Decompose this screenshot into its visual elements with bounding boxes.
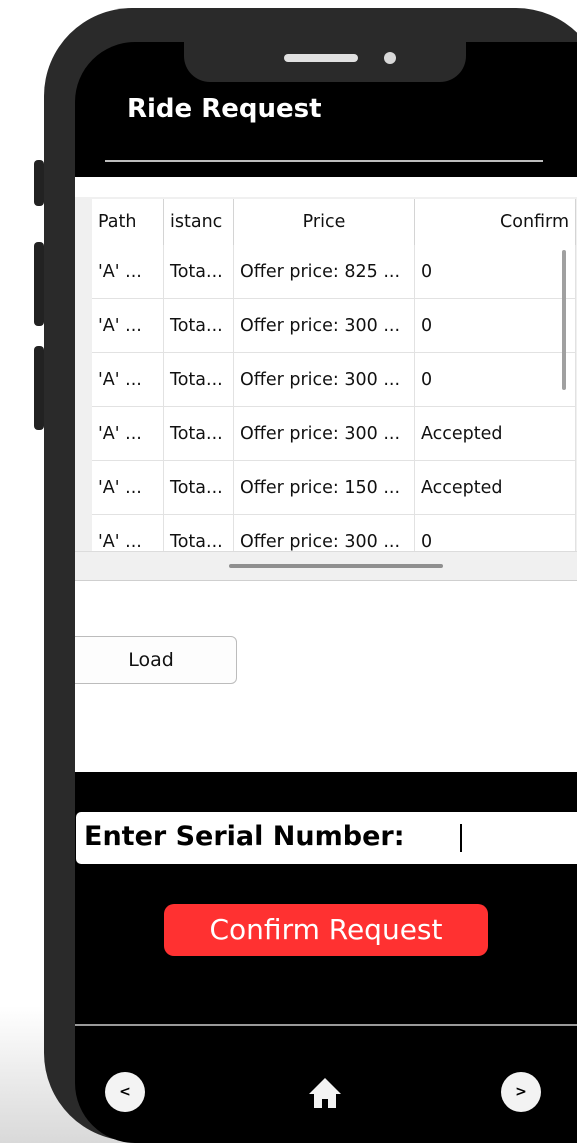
home-icon[interactable] <box>305 1072 345 1112</box>
vertical-scrollbar[interactable] <box>562 250 566 390</box>
forward-button[interactable]: > <box>501 1072 541 1112</box>
cell-price[interactable]: Offer price: 300 ... <box>233 514 415 551</box>
table-row[interactable]: 'A' ... Tota... Offer price: 150 ... Acc… <box>92 460 576 515</box>
speaker-grille <box>284 54 358 62</box>
horizontal-scrollbar-thumb[interactable] <box>229 564 443 568</box>
text-cursor <box>460 824 462 852</box>
cell-price[interactable]: Offer price: 300 ... <box>233 298 415 353</box>
column-header-confirm[interactable]: Confirm <box>414 199 576 245</box>
cell-price[interactable]: Offer price: 300 ... <box>233 352 415 407</box>
column-header-path[interactable]: Path <box>92 199 164 245</box>
back-button[interactable]: < <box>105 1072 145 1112</box>
cell-distance[interactable]: Tota... <box>163 298 234 353</box>
table-header-row: Path istanc Price Confirm <box>92 199 576 245</box>
requests-table-view[interactable]: Path istanc Price Confirm 'A' ... Tota..… <box>75 197 577 551</box>
front-camera <box>384 52 396 64</box>
table-row[interactable]: 'A' ... Tota... Offer price: 300 ... 0 <box>92 352 576 407</box>
serial-number-label: Enter Serial Number: <box>84 821 405 852</box>
column-header-distance[interactable]: istanc <box>163 199 234 245</box>
column-header-price[interactable]: Price <box>233 199 415 245</box>
cell-path[interactable]: 'A' ... <box>92 406 164 461</box>
title-divider <box>105 160 543 162</box>
cell-confirm[interactable]: 0 <box>414 245 576 299</box>
requests-panel: Path istanc Price Confirm 'A' ... Tota..… <box>75 177 577 772</box>
requests-table: Path istanc Price Confirm 'A' ... Tota..… <box>92 199 576 551</box>
load-button[interactable]: Load <box>75 636 237 684</box>
cell-confirm[interactable]: 0 <box>414 298 576 353</box>
cell-price[interactable]: Offer price: 150 ... <box>233 460 415 515</box>
cell-path[interactable]: 'A' ... <box>92 352 164 407</box>
table-row[interactable]: 'A' ... Tota... Offer price: 300 ... Acc… <box>92 406 576 461</box>
app-screen: Ride Request Path istanc Price Confirm '… <box>75 42 577 1143</box>
cell-distance[interactable]: Tota... <box>163 514 234 551</box>
cell-distance[interactable]: Tota... <box>163 460 234 515</box>
cell-confirm[interactable]: Accepted <box>414 460 576 515</box>
horizontal-scrollbar-track[interactable] <box>75 551 577 581</box>
page-title: Ride Request <box>127 94 322 124</box>
cell-distance[interactable]: Tota... <box>163 245 234 299</box>
cell-confirm[interactable]: 0 <box>414 352 576 407</box>
cell-path[interactable]: 'A' ... <box>92 298 164 353</box>
cell-distance[interactable]: Tota... <box>163 406 234 461</box>
cell-confirm[interactable]: 0 <box>414 514 576 551</box>
table-row[interactable]: 'A' ... Tota... Offer price: 300 ... 0 <box>92 514 576 551</box>
confirm-request-button[interactable]: Confirm Request <box>164 904 488 956</box>
serial-number-input[interactable]: Enter Serial Number: <box>76 812 577 864</box>
volume-up-button <box>34 242 44 326</box>
cell-confirm[interactable]: Accepted <box>414 406 576 461</box>
cell-path[interactable]: 'A' ... <box>92 514 164 551</box>
cell-price[interactable]: Offer price: 300 ... <box>233 406 415 461</box>
cell-price[interactable]: Offer price: 825 ... <box>233 245 415 299</box>
cell-path[interactable]: 'A' ... <box>92 460 164 515</box>
bottom-divider <box>75 1024 577 1026</box>
volume-down-button <box>34 346 44 430</box>
silent-switch <box>34 160 44 206</box>
cell-path[interactable]: 'A' ... <box>92 245 164 299</box>
phone-notch <box>184 40 466 82</box>
table-row[interactable]: 'A' ... Tota... Offer price: 825 ... 0 <box>92 245 576 299</box>
table-row[interactable]: 'A' ... Tota... Offer price: 300 ... 0 <box>92 298 576 353</box>
cell-distance[interactable]: Tota... <box>163 352 234 407</box>
